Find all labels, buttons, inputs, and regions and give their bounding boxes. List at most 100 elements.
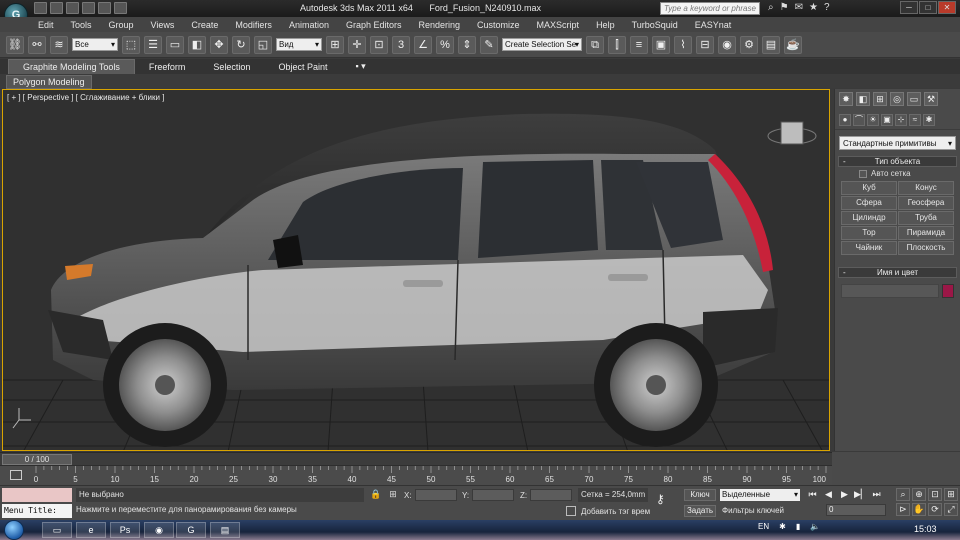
name-color-rollout[interactable]: Имя и цвет — [838, 267, 957, 278]
object-color-swatch[interactable] — [942, 284, 954, 298]
menu-help[interactable]: Help — [596, 20, 615, 30]
render-production-icon[interactable]: ☕ — [784, 35, 802, 54]
time-slider[interactable]: 0 / 100 — [0, 452, 832, 465]
menu-customize[interactable]: Customize — [477, 20, 520, 30]
lights-icon[interactable]: ☀ — [867, 114, 879, 126]
angle-snap-icon[interactable]: ∠ — [414, 35, 432, 54]
layer-manager-icon[interactable]: ≡ — [630, 35, 648, 54]
shapes-icon[interactable]: ⌒ — [853, 114, 865, 126]
menu-group[interactable]: Group — [109, 20, 134, 30]
menu-create[interactable]: Create — [191, 20, 218, 30]
menu-rendering[interactable]: Rendering — [419, 20, 461, 30]
next-frame-icon[interactable]: ▶▏ — [854, 489, 868, 501]
bluetooth-icon[interactable]: ✱ — [779, 522, 786, 531]
cone-button[interactable]: Конус — [898, 181, 954, 195]
percent-snap-icon[interactable]: % — [436, 35, 454, 54]
render-setup-icon[interactable]: ⚙ — [740, 35, 758, 54]
geometry-icon[interactable]: ● — [839, 114, 851, 126]
rendered-frame-window-icon[interactable]: ▤ — [762, 35, 780, 54]
maximize-button[interactable]: □ — [919, 1, 937, 14]
help-search-input[interactable]: Type a keyword or phrase — [660, 2, 760, 15]
reference-coordinate-dropdown[interactable]: Вид — [276, 38, 322, 51]
menu-tools[interactable]: Tools — [71, 20, 92, 30]
tab-graphite-modeling-tools[interactable]: Graphite Modeling Tools — [8, 59, 135, 74]
pan-icon[interactable]: ✋ — [912, 503, 926, 516]
subscription-icon[interactable]: ⚑ — [780, 2, 789, 13]
field-of-view-icon[interactable]: ⊳ — [896, 503, 910, 516]
edit-named-selection-icon[interactable]: ✎ — [480, 35, 498, 54]
new-file-icon[interactable] — [34, 2, 47, 14]
autogrid-checkbox[interactable] — [859, 169, 867, 178]
select-manipulate-icon[interactable]: ✛ — [348, 35, 366, 54]
add-time-tag[interactable]: Добавить тэг врем — [566, 506, 650, 516]
utilities-tab-icon[interactable]: ⚒ — [924, 92, 938, 106]
time-slider-thumb[interactable]: 0 / 100 — [2, 454, 72, 465]
x-coordinate[interactable]: X: — [404, 489, 457, 501]
3dsmax-taskbar-icon[interactable]: G — [176, 522, 206, 538]
select-and-link-icon[interactable]: ⛓ — [6, 35, 24, 54]
menu-edit[interactable]: Edit — [38, 20, 54, 30]
keyboard-shortcut-icon[interactable]: ⊡ — [370, 35, 388, 54]
primitive-category-dropdown[interactable]: Стандартные примитивы — [839, 136, 956, 150]
favorites-star-icon[interactable]: ★ — [809, 2, 818, 13]
maxscript-listener-input[interactable] — [2, 488, 72, 502]
rectangular-selection-icon[interactable]: ▭ — [166, 35, 184, 54]
material-editor-icon[interactable]: ◉ — [718, 35, 736, 54]
zoom-icon[interactable]: ⌕ — [896, 488, 910, 501]
select-object-icon[interactable]: ⬚ — [122, 35, 140, 54]
network-icon[interactable]: ▮ — [796, 522, 800, 531]
redo-icon[interactable] — [98, 2, 111, 14]
selection-filter-dropdown[interactable]: Все — [72, 38, 118, 51]
torus-button[interactable]: Тор — [841, 226, 897, 240]
curve-editor-icon[interactable]: ⌇ — [674, 35, 692, 54]
project-folder-icon[interactable] — [114, 2, 127, 14]
snaps-toggle-icon[interactable]: 3 — [392, 35, 410, 54]
select-by-name-icon[interactable]: ☰ — [144, 35, 162, 54]
auto-key-button[interactable]: Ключ — [684, 489, 716, 501]
create-tab-icon[interactable]: ✸ — [839, 92, 853, 106]
menu-turbosquid[interactable]: TurboSquid — [632, 20, 678, 30]
y-coordinate[interactable]: Y: — [462, 489, 515, 501]
absolute-mode-icon[interactable]: ⊞ — [389, 489, 397, 500]
cylinder-button[interactable]: Цилиндр — [841, 211, 897, 225]
orbit-icon[interactable]: ⟳ — [928, 503, 942, 516]
ribbon-options-icon[interactable]: ▪ ▾ — [341, 59, 379, 74]
set-key-button[interactable]: Задать — [684, 505, 716, 517]
language-indicator[interactable]: EN — [758, 522, 769, 531]
app-taskbar-icon[interactable]: ◉ — [144, 522, 174, 538]
save-file-icon[interactable] — [66, 2, 79, 14]
schematic-view-icon[interactable]: ⊟ — [696, 35, 714, 54]
named-selection-set-dropdown[interactable]: Create Selection Se — [502, 38, 582, 51]
folder-taskbar-icon[interactable]: ▤ — [210, 522, 240, 538]
key-filters-button[interactable]: Фильтры ключей — [722, 506, 784, 515]
menu-graph-editors[interactable]: Graph Editors — [346, 20, 402, 30]
explorer-taskbar-icon[interactable]: ▭ — [42, 522, 72, 538]
mirror-icon[interactable]: ⧉ — [586, 35, 604, 54]
window-crossing-icon[interactable]: ◧ — [188, 35, 206, 54]
x-coordinate-field[interactable] — [414, 489, 457, 501]
tab-object-paint[interactable]: Object Paint — [264, 60, 341, 74]
teapot-button[interactable]: Чайник — [841, 241, 897, 255]
menu-title-field[interactable]: Menu Title: — [2, 504, 72, 518]
box-button[interactable]: Куб — [841, 181, 897, 195]
selection-lock-icon[interactable]: 🔒 — [370, 489, 381, 500]
play-icon[interactable]: ▶ — [838, 489, 851, 501]
y-coordinate-field[interactable] — [472, 489, 515, 501]
motion-tab-icon[interactable]: ◎ — [890, 92, 904, 106]
move-icon[interactable]: ✥ — [210, 35, 228, 54]
helpers-icon[interactable]: ⊹ — [895, 114, 907, 126]
photoshop-taskbar-icon[interactable]: Ps — [110, 522, 140, 538]
previous-frame-icon[interactable]: ◀ — [822, 489, 835, 501]
volume-icon[interactable]: 🔈 — [810, 522, 820, 531]
polygon-modeling-panel[interactable]: Polygon Modeling — [6, 75, 92, 89]
menu-modifiers[interactable]: Modifiers — [235, 20, 272, 30]
modify-tab-icon[interactable]: ◧ — [856, 92, 870, 106]
key-selection-dropdown[interactable]: Выделенные — [720, 489, 800, 501]
rotate-icon[interactable]: ↻ — [232, 35, 250, 54]
zoom-extents-all-icon[interactable]: ⊞ — [944, 488, 958, 501]
plane-button[interactable]: Плоскость — [898, 241, 954, 255]
set-key-icon[interactable]: ⚷ — [656, 492, 665, 506]
internet-explorer-taskbar-icon[interactable]: e — [76, 522, 106, 538]
maximize-viewport-icon[interactable]: ⤢ — [944, 503, 958, 516]
zoom-extents-icon[interactable]: ⊡ — [928, 488, 942, 501]
